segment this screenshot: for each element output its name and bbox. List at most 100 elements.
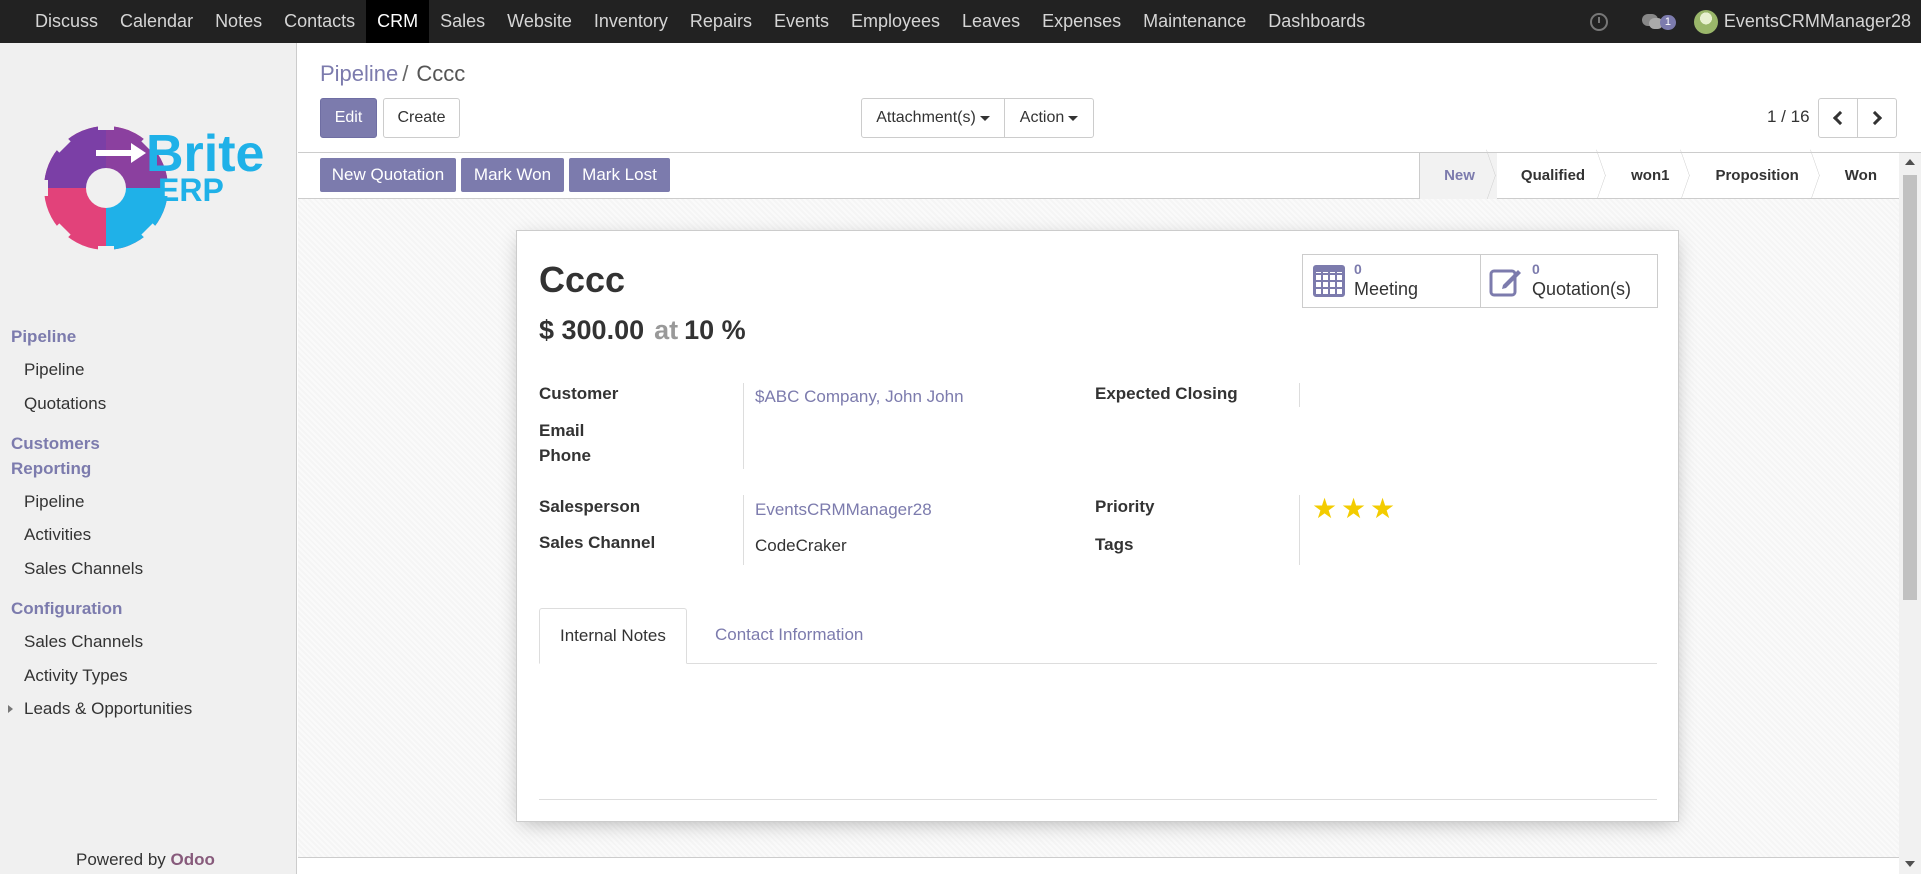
sidebar-item-quotations[interactable]: Quotations [24,394,106,414]
sidebar-item-activity-types[interactable]: Activity Types [24,666,128,686]
attachments-label: Attachment(s) [876,109,976,126]
menu-sales[interactable]: Sales [429,0,496,43]
opportunity-title[interactable]: Cccc [539,259,625,301]
app-menu: Discuss Calendar Notes Contacts CRM Sale… [0,0,1376,43]
meetings-stat-button[interactable]: 0 Meeting [1302,254,1481,308]
statusbar: New Quotation Mark Won Mark Lost New Qua… [298,153,1899,199]
expand-arrow-icon[interactable] [8,705,13,713]
menu-discuss[interactable]: Discuss [24,0,109,43]
pencil-square-icon [1489,269,1521,297]
star-icon[interactable]: ★ [1370,495,1395,523]
tab-internal-notes[interactable]: Internal Notes [539,608,687,664]
sidebar-section-pipeline[interactable]: Pipeline [11,327,76,347]
messages-icon[interactable]: 1 [1641,12,1676,32]
calendar-icon [1313,265,1345,297]
menu-calendar[interactable]: Calendar [109,0,204,43]
stage-qualified[interactable]: Qualified [1497,153,1607,199]
pager-previous-button[interactable] [1818,98,1858,138]
field-divider [1299,495,1300,565]
menu-website[interactable]: Website [496,0,583,43]
customer-label: Customer [539,384,619,403]
chevron-left-icon [1832,110,1848,126]
sidebar-section-reporting[interactable]: Reporting [11,459,91,479]
sidebar-item-activities[interactable]: Activities [24,525,91,545]
powered-by-text: Powered by [76,850,166,869]
sales-channel-value[interactable]: CodeCraker [755,536,847,556]
form-sheet: Cccc $ 300.00 at 10 % 0 Meeting 0 Quotatio… [516,230,1679,822]
vertical-scrollbar[interactable] [1899,153,1921,874]
stage-proposition[interactable]: Proposition [1691,153,1820,199]
menu-notes[interactable]: Notes [204,0,273,43]
create-button[interactable]: Create [383,98,460,138]
breadcrumb-current: Cccc [416,61,466,86]
action-label: Action [1019,109,1065,126]
menu-dashboards[interactable]: Dashboards [1257,0,1376,43]
customer-value[interactable]: $ABC Company, John John [755,387,964,407]
sidebar-item-reporting-sales-channels[interactable]: Sales Channels [24,559,143,579]
scroll-thumb[interactable] [1903,175,1917,600]
field-divider [1299,383,1300,407]
star-icon[interactable]: ★ [1341,495,1366,523]
breadcrumb-separator: / [402,61,409,86]
sidebar-item-reporting-pipeline[interactable]: Pipeline [24,492,85,512]
breadcrumb-pipeline[interactable]: Pipeline [320,61,398,86]
sales-channel-label: Sales Channel [539,533,656,552]
salesperson-label: Salesperson [539,497,641,516]
sidebar-section-customers[interactable]: Customers [11,434,100,454]
expected-closing-label: Expected Closing [1095,384,1238,403]
activity-clock-icon[interactable] [1589,12,1608,31]
control-panel: Pipeline / Cccc Edit Create Attachment(s) … [298,43,1921,153]
salesperson-value[interactable]: EventsCRMManager28 [755,500,932,520]
user-avatar[interactable] [1693,9,1718,34]
stage-pipeline: New Qualified won1 Proposition Won [1419,153,1899,199]
menu-repairs[interactable]: Repairs [679,0,763,43]
menu-crm[interactable]: CRM [366,0,430,43]
phone-label: Phone [539,446,591,465]
pager-next-button[interactable] [1857,98,1897,138]
quotations-stat-button[interactable]: 0 Quotation(s) [1480,254,1658,308]
field-divider [743,383,744,469]
notes-field-underline[interactable] [539,799,1657,800]
menu-leaves[interactable]: Leaves [951,0,1031,43]
stage-new[interactable]: New [1420,153,1497,199]
expected-revenue: $ 300.00 at 10 % [539,315,746,346]
edit-button[interactable]: Edit [320,98,377,138]
stage-won[interactable]: Won [1821,153,1899,199]
messages-count-badge: 1 [1659,14,1676,30]
tags-label: Tags [1095,535,1134,554]
menu-expenses[interactable]: Expenses [1031,0,1132,43]
quotations-count: 0 [1532,261,1540,277]
mark-lost-button[interactable]: Mark Lost [569,158,670,192]
menu-maintenance[interactable]: Maintenance [1132,0,1257,43]
pager-value[interactable]: 1 / 16 [1767,107,1810,127]
quotations-label: Quotation(s) [1532,279,1632,299]
menu-inventory[interactable]: Inventory [583,0,679,43]
sidebar: Brite ERP Pipeline Pipeline Quotations C… [0,43,297,874]
revenue-value[interactable]: $ 300.00 [539,315,644,345]
meetings-count: 0 [1354,261,1362,277]
menu-contacts[interactable]: Contacts [273,0,366,43]
sidebar-item-config-sales-channels[interactable]: Sales Channels [24,632,143,652]
star-icon[interactable]: ★ [1312,495,1337,523]
new-quotation-button[interactable]: New Quotation [320,158,456,192]
scroll-up-icon[interactable] [1905,159,1915,165]
action-dropdown[interactable]: Action [1004,98,1094,138]
meetings-label: Meeting [1354,279,1419,299]
menu-events[interactable]: Events [763,0,840,43]
stage-won1[interactable]: won1 [1607,153,1691,199]
sidebar-item-leads-opportunities[interactable]: Leads & Opportunities [24,699,192,719]
user-menu[interactable]: EventsCRMManager28 [1724,11,1911,32]
tab-contact-information[interactable]: Contact Information [695,608,883,664]
caret-down-icon [979,115,990,121]
attachments-dropdown[interactable]: Attachment(s) [861,98,1005,138]
chatter-area [298,857,1899,874]
sidebar-item-pipeline[interactable]: Pipeline [24,360,85,380]
mark-won-button[interactable]: Mark Won [461,158,564,192]
brite-erp-logo: Brite ERP [36,114,264,262]
scroll-down-icon[interactable] [1905,861,1915,867]
probability-value[interactable]: 10 % [684,315,746,345]
odoo-link[interactable]: Odoo [171,850,215,869]
sidebar-section-configuration[interactable]: Configuration [11,599,122,619]
menu-employees[interactable]: Employees [840,0,951,43]
email-label: Email [539,421,585,440]
